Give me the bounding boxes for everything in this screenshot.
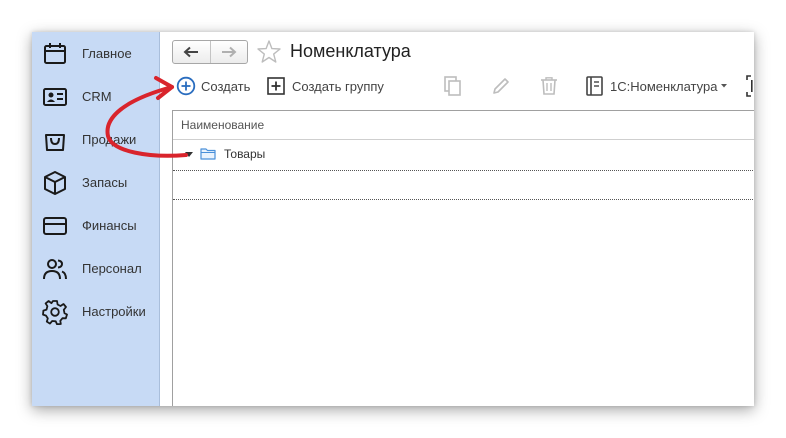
shopping-bag-icon [45,134,65,151]
page-title: Номенклатура [290,41,411,61]
edit-button[interactable] [490,74,512,98]
book-icon [586,76,603,96]
folder-icon [200,148,216,160]
sidebar-item-label: CRM [82,89,112,104]
sidebar-item-label: Главное [82,46,132,61]
chevron-down-icon [721,84,728,88]
contact-card-icon [43,88,67,106]
copy-icon [444,76,461,96]
barcode-icon [746,75,753,97]
sidebar-item-label: Финансы [82,218,137,233]
catalog-dropdown[interactable]: 1С:Номенклатура [584,74,728,98]
sidebar-item-main[interactable]: Главное [32,35,159,71]
app-window: Главное CRM Продажи Запасы Финансы Персо… [32,32,754,406]
table-header: Наименование [173,111,754,140]
delete-button[interactable] [538,74,560,98]
calendar-icon [44,43,66,64]
sidebar-item-sales[interactable]: Продажи [32,121,159,157]
sidebar-item-staff[interactable]: Персонал [32,250,159,286]
pencil-icon [493,78,509,94]
sidebar-item-inventory[interactable]: Запасы [32,164,159,200]
forward-button[interactable] [209,41,248,63]
barcode-button[interactable] [746,74,754,98]
box-icon [44,171,66,195]
table-row[interactable]: Товары [173,140,754,168]
history-nav [172,40,248,64]
row-name: Товары [224,147,266,161]
create-group-button[interactable]: Создать группу [266,74,384,98]
credit-card-icon [43,217,67,235]
gear-icon [42,300,68,325]
people-icon [43,259,67,280]
copy-button[interactable] [442,74,464,98]
sidebar-item-finance[interactable]: Финансы [32,207,159,243]
favorite-star-icon[interactable] [256,39,282,65]
create-button[interactable]: Создать [176,74,250,98]
sidebar-item-settings[interactable]: Настройки [32,293,159,329]
sidebar-item-label: Настройки [82,304,146,319]
catalog-dropdown-label: 1С:Номенклатура [610,78,718,94]
sidebar: Главное CRM Продажи Запасы Финансы Персо… [32,32,160,406]
back-button[interactable] [173,41,210,63]
sidebar-item-label: Запасы [82,175,128,190]
create-group-button-label: Создать группу [292,78,384,94]
create-button-label: Создать [201,78,251,94]
plus-circle-icon [176,76,196,96]
arrow-left-icon [183,46,199,58]
sidebar-item-label: Персонал [82,261,142,276]
sidebar-item-crm[interactable]: CRM [32,78,159,114]
main-area: Номенклатура Создать Создать группу 1С:Н… [160,32,754,406]
trash-icon [541,77,557,95]
column-header-name[interactable]: Наименование [181,118,264,132]
sidebar-item-label: Продажи [82,132,137,147]
arrow-right-icon [221,46,237,58]
table-row-empty[interactable] [173,170,754,200]
plus-square-icon [267,77,285,95]
nomenclature-table: Наименование Товары [172,110,754,406]
expand-triangle-icon[interactable] [185,152,193,158]
